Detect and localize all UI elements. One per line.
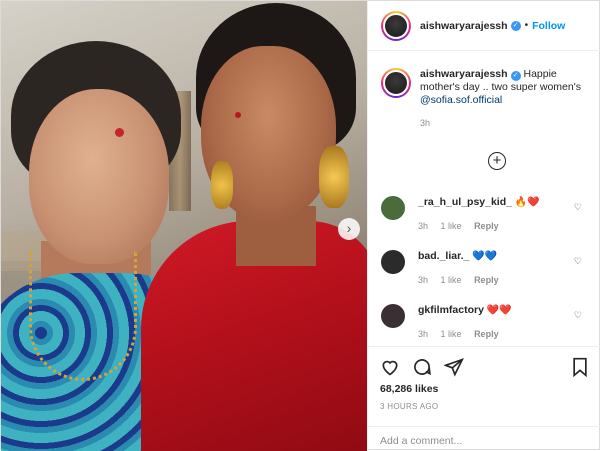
comment-text: 💙💙 [472,251,498,262]
likes-count[interactable]: 68,286 likes [380,383,589,395]
comments-section: aishwaryarajessh ✓ Happie mother's day ..… [368,52,600,345]
comment-username[interactable]: _ra_h_ul_psy_kid_ [418,196,512,208]
commenter-avatar[interactable] [381,250,405,274]
comment-like-heart-icon[interactable]: ♡ [574,202,582,213]
commenter-avatar[interactable] [381,304,405,328]
comment-item: bad._liar._ 💙💙 3h 1 like Reply ♡ [381,250,596,285]
comment-bubble-icon[interactable] [412,357,432,377]
caption-time: 3h [420,118,431,128]
share-send-icon[interactable] [444,357,464,377]
comment-time: 3h [418,275,429,285]
photo-mother-bindi [115,128,124,137]
instagram-post: › aishwaryarajessh ✓ • Follow aishwaryar… [0,0,600,451]
post-caption: aishwaryarajessh ✓ Happie mother's day ..… [368,52,600,130]
post-side-panel: aishwaryarajessh ✓ • Follow aishwaryaraj… [367,1,600,451]
next-image-button[interactable]: › [338,218,360,240]
caption-username[interactable]: aishwaryarajessh [420,68,508,80]
post-date: 3 HOURS AGO [380,402,439,411]
photo-earring-left [211,161,233,209]
comment-item: gkfilmfactory ❤️❤️ 3h 1 like Reply ♡ [381,304,596,339]
post-header: aishwaryarajessh ✓ • Follow [368,1,600,51]
header-separator: • [524,20,529,31]
comment-likes[interactable]: 1 like [441,329,462,339]
verified-badge-icon: ✓ [510,20,521,31]
comment-time: 3h [418,329,429,339]
caption-verified-icon: ✓ [510,71,521,81]
comment-like-heart-icon[interactable]: ♡ [574,256,582,267]
comment-text: ❤️❤️ [486,305,512,316]
comment-username[interactable]: gkfilmfactory [418,304,484,316]
load-more-comments-icon[interactable]: + [488,152,506,170]
comment-like-heart-icon[interactable]: ♡ [574,310,582,321]
comment-reply-button[interactable]: Reply [474,275,499,285]
comment-likes[interactable]: 1 like [441,275,462,285]
comment-reply-button[interactable]: Reply [474,329,499,339]
comment-text: 🔥❤️ [514,197,540,208]
bookmark-icon[interactable] [571,357,589,377]
author-avatar[interactable] [381,10,411,41]
commenter-avatar[interactable] [381,196,405,220]
comment-reply-button[interactable]: Reply [474,221,499,231]
follow-button[interactable]: Follow [532,20,565,32]
author-username[interactable]: aishwaryarajessh [420,20,508,32]
comment-time: 3h [418,221,429,231]
comment-likes[interactable]: 1 like [441,221,462,231]
post-actions: 68,286 likes 3 HOURS AGO [368,346,600,419]
caption-author-avatar[interactable] [381,68,411,98]
caption-mention-link[interactable]: @sofia.sof.official [420,94,502,106]
post-photo[interactable]: › [1,1,367,451]
comment-username[interactable]: bad._liar._ [418,250,469,262]
add-comment-input[interactable]: Add a comment... [368,426,600,451]
like-heart-icon[interactable] [380,357,400,377]
photo-daughter-bindi [235,112,241,118]
photo-mother-face [29,89,169,264]
photo-mother-necklace [29,251,137,381]
photo-earring-right [319,146,349,208]
comment-item: _ra_h_ul_psy_kid_ 🔥❤️ 3h 1 like Reply ♡ [381,196,596,231]
